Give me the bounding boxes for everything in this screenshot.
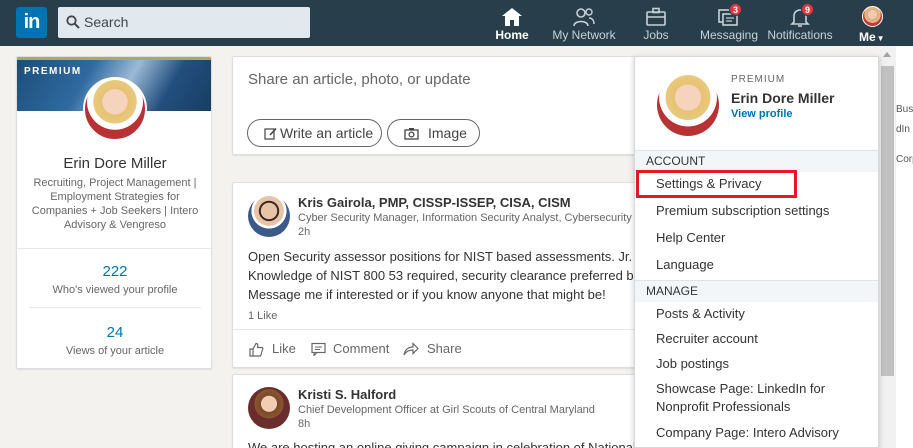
share-button[interactable]: Share (403, 341, 473, 359)
like-label: Like (272, 341, 296, 356)
post-body-line: Knowledge of NIST 800 53 required, secur… (248, 268, 643, 283)
write-article-label: Write an article (280, 125, 374, 141)
search-placeholder: Search (84, 14, 129, 30)
nav-label: Home (495, 28, 529, 42)
me-dropdown-menu: PREMIUM Erin Dore Miller View profile AC… (634, 56, 879, 448)
scroll-up-arrow-icon[interactable] (883, 52, 891, 57)
highlight-box (636, 170, 797, 198)
image-label: Image (428, 125, 467, 141)
profile-name[interactable]: Erin Dore Miller (17, 155, 211, 172)
camera-icon (404, 128, 419, 140)
menu-item-showcase-page[interactable]: Showcase Page: LinkedIn for Nonprofit Pr… (656, 380, 856, 416)
post-author-headline: Cyber Security Manager, Information Secu… (298, 212, 646, 224)
nav-jobs[interactable]: Jobs (636, 0, 676, 46)
feed-post: Kristi S. Halford Chief Development Offi… (232, 374, 643, 448)
nav-label: Notifications (767, 28, 833, 42)
nav-label: Messaging (700, 28, 759, 42)
dropdown-avatar[interactable] (657, 74, 719, 136)
nav-home[interactable]: Home (492, 0, 532, 46)
me-avatar[interactable] (862, 6, 883, 27)
post-author-avatar[interactable] (248, 195, 290, 237)
menu-item-posts-activity[interactable]: Posts & Activity (656, 305, 745, 323)
messaging-badge: 3 (729, 3, 742, 16)
nav-messaging[interactable]: Messaging 3 (700, 0, 759, 46)
profile-card: PREMIUM Erin Dore Miller Recruiting, Pro… (16, 56, 212, 369)
divider (233, 329, 641, 330)
manage-section-header: MANAGE (635, 280, 878, 302)
profile-views-label[interactable]: Who's viewed your profile (17, 284, 211, 296)
right-rail-text: Corp (896, 154, 913, 165)
post-author-name[interactable]: Kristi S. Halford (298, 387, 396, 402)
post-body-line: We are hosting an online giving campaign… (248, 440, 643, 448)
view-profile-link[interactable]: View profile (731, 108, 793, 120)
image-button[interactable]: Image (387, 119, 480, 147)
post-author-avatar[interactable] (248, 387, 290, 429)
share-label: Share (427, 341, 462, 356)
premium-tag: PREMIUM (24, 66, 82, 77)
share-box: Share an article, photo, or update Write… (232, 56, 642, 155)
article-views-count[interactable]: 24 (17, 324, 211, 341)
scrollbar[interactable] (879, 46, 896, 448)
briefcase-icon (646, 7, 666, 26)
nav-label: My Network (552, 28, 616, 42)
nav-my-network[interactable]: My Network (552, 0, 616, 46)
nav-label: Jobs (643, 28, 669, 42)
pencil-icon (264, 127, 277, 140)
share-arrow-icon (403, 342, 419, 356)
post-like-count[interactable]: 1 Like (248, 310, 277, 322)
post-timestamp: 8h (298, 418, 311, 430)
menu-item-language[interactable]: Language (656, 256, 714, 274)
menu-item-premium-settings[interactable]: Premium subscription settings (656, 202, 829, 220)
notifications-badge: 9 (801, 3, 814, 16)
profile-views-count[interactable]: 222 (17, 263, 211, 280)
me-label: Me (859, 30, 876, 44)
post-body-line: Message me if interested or if you know … (248, 287, 606, 302)
linkedin-logo[interactable]: in (16, 7, 47, 38)
menu-item-recruiter-account[interactable]: Recruiter account (656, 330, 758, 348)
right-rail-peek: Busi dIn a Corp (896, 46, 913, 448)
right-rail-text: dIn a (896, 124, 913, 135)
search-icon (66, 15, 80, 29)
me-menu-button[interactable]: Me▼ (859, 30, 885, 44)
thumbs-up-icon (249, 342, 264, 357)
comment-icon (311, 342, 326, 356)
like-button[interactable]: Like (249, 341, 309, 359)
menu-item-job-postings[interactable]: Job postings (656, 355, 729, 373)
divider (17, 248, 211, 249)
nav-notifications[interactable]: Notifications 9 (766, 0, 834, 46)
share-prompt[interactable]: Share an article, photo, or update (248, 71, 471, 88)
profile-avatar[interactable] (83, 77, 147, 141)
write-article-button[interactable]: Write an article (247, 119, 382, 147)
post-timestamp: 2h (298, 226, 311, 238)
comment-label: Comment (333, 341, 390, 356)
comment-button[interactable]: Comment (311, 341, 397, 359)
caret-down-icon: ▼ (876, 34, 885, 43)
account-section-header: ACCOUNT (635, 150, 878, 172)
post-author-headline: Chief Development Officer at Girl Scouts… (298, 404, 595, 416)
menu-item-help-center[interactable]: Help Center (656, 229, 725, 247)
network-icon (573, 8, 595, 27)
feed-post: Kris Gairola, PMP, CISSP-ISSEP, CISA, CI… (232, 182, 646, 368)
article-views-label[interactable]: Views of your article (17, 345, 211, 357)
right-rail-text: Busi (896, 104, 913, 115)
global-nav: in Search Home My Network Jobs Messaging… (0, 0, 913, 46)
menu-item-company-page[interactable]: Company Page: Intero Advisory (656, 424, 839, 442)
dropdown-premium-tag: PREMIUM (731, 74, 786, 85)
profile-headline: Recruiting, Project Management | Employm… (31, 177, 199, 231)
post-body-line: Open Security assessor positions for NIS… (248, 249, 643, 264)
dropdown-name: Erin Dore Miller (731, 90, 835, 106)
scroll-thumb[interactable] (881, 66, 894, 376)
divider (29, 307, 201, 308)
home-icon (502, 8, 522, 26)
post-author-name[interactable]: Kris Gairola, PMP, CISSP-ISSEP, CISA, CI… (298, 195, 571, 210)
search-input[interactable]: Search (58, 7, 310, 38)
